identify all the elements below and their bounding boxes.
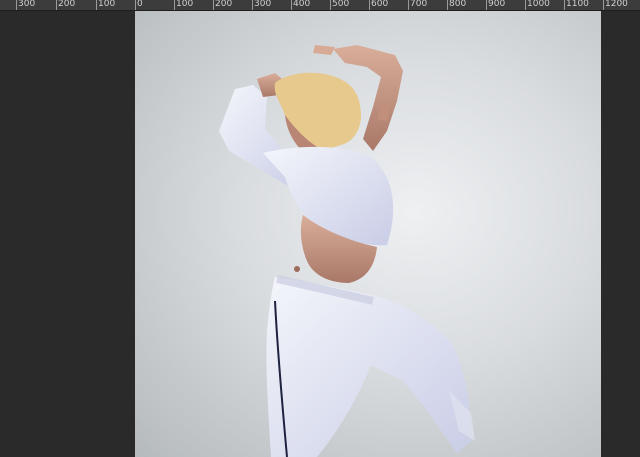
- ruler-tick: [525, 0, 526, 10]
- dancer-photo: [219, 45, 475, 457]
- ruler-label: 1100: [566, 0, 589, 9]
- pasteboard-left[interactable]: [0, 11, 135, 457]
- ruler-label: 200: [58, 0, 76, 9]
- ruler-tick: [564, 0, 565, 10]
- horizontal-ruler[interactable]: 300 200 100 0 100 200 300 400 500 600 70…: [0, 0, 640, 11]
- ruler-tick: [252, 0, 253, 10]
- ruler-label: 0: [137, 0, 143, 9]
- ruler-label: 100: [176, 0, 194, 9]
- ruler-label: 300: [18, 0, 36, 9]
- ruler-label: 400: [293, 0, 311, 9]
- ruler-label: 100: [98, 0, 116, 9]
- ruler-tick: [135, 0, 136, 10]
- document-canvas[interactable]: [135, 11, 601, 457]
- ruler-tick: [408, 0, 409, 10]
- ruler-tick: [16, 0, 17, 10]
- ruler-tick: [330, 0, 331, 10]
- ruler-label: 800: [449, 0, 467, 9]
- pasteboard-right[interactable]: [601, 11, 640, 457]
- ruler-label: 600: [371, 0, 389, 9]
- dancer-hair: [274, 72, 362, 151]
- ruler-label: 1200: [605, 0, 628, 9]
- arm-dispersion-fragment: [313, 45, 335, 55]
- ruler-label: 300: [254, 0, 272, 9]
- ruler-label: 500: [332, 0, 350, 9]
- ruler-label: 700: [410, 0, 428, 9]
- ruler-tick: [96, 0, 97, 10]
- ruler-tick: [56, 0, 57, 10]
- ruler-tick: [369, 0, 370, 10]
- ruler-tick: [174, 0, 175, 10]
- skin-fragment: [294, 266, 300, 272]
- ruler-tick: [213, 0, 214, 10]
- ruler-tick: [603, 0, 604, 10]
- ruler-label: 900: [488, 0, 506, 9]
- ruler-tick: [447, 0, 448, 10]
- ruler-label: 200: [215, 0, 233, 9]
- ruler-tick: [291, 0, 292, 10]
- ruler-tick: [486, 0, 487, 10]
- ruler-label: 1000: [527, 0, 550, 9]
